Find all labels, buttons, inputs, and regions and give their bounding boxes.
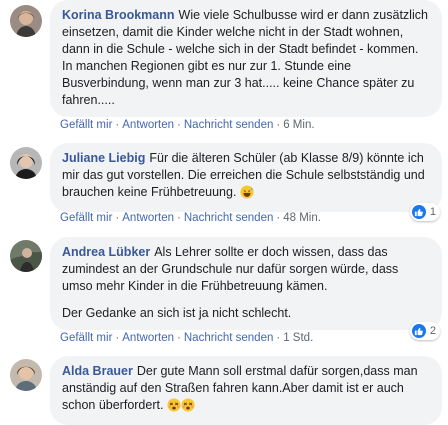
grinning-sweat-emoji-icon bbox=[240, 185, 254, 204]
dizzy-face-emoji-icon bbox=[167, 398, 181, 417]
author-name[interactable]: Andrea Lübker bbox=[62, 245, 150, 259]
dizzy-face-emoji-icon bbox=[181, 398, 195, 417]
reaction-count[interactable]: 1 bbox=[409, 203, 440, 221]
thumbs-up-icon bbox=[411, 205, 426, 219]
author-name[interactable]: Alda Brauer bbox=[62, 364, 133, 378]
comment-bubble: Juliane Liebig Für die älteren Schüler (a… bbox=[50, 143, 442, 212]
separator: · bbox=[177, 119, 181, 131]
separator: · bbox=[276, 332, 281, 344]
separator: · bbox=[177, 212, 181, 224]
timestamp[interactable]: 1 Std. bbox=[283, 332, 313, 344]
like-count: 1 bbox=[429, 206, 436, 218]
reply-link[interactable]: Antworten bbox=[122, 119, 174, 131]
like-link[interactable]: Gefällt mir bbox=[60, 212, 112, 224]
separator: · bbox=[177, 332, 181, 344]
reply-link[interactable]: Antworten bbox=[122, 212, 174, 224]
separator: · bbox=[276, 119, 281, 131]
like-link[interactable]: Gefällt mir bbox=[60, 119, 112, 131]
separator: · bbox=[115, 332, 120, 344]
timestamp[interactable]: 48 Min. bbox=[283, 212, 321, 224]
message-link[interactable]: Nachricht senden bbox=[184, 119, 274, 131]
avatar[interactable] bbox=[10, 240, 42, 272]
author-name[interactable]: Korina Brookmann bbox=[62, 8, 175, 22]
timestamp[interactable]: 6 Min. bbox=[283, 119, 314, 131]
avatar[interactable] bbox=[10, 5, 42, 37]
avatar[interactable] bbox=[10, 147, 42, 179]
comment-bubble: Korina Brookmann Wie viele Schulbusse wir… bbox=[50, 0, 442, 117]
comment-text: Der Gedanke an sich ist ja nicht schlech… bbox=[62, 306, 292, 320]
like-link[interactable]: Gefällt mir bbox=[60, 332, 112, 344]
author-name[interactable]: Juliane Liebig bbox=[62, 151, 145, 165]
comment-actions: Gefällt mir · Antworten · Nachricht senden · 6… bbox=[60, 119, 315, 131]
reaction-count[interactable]: 2 bbox=[409, 322, 440, 340]
comment-actions: Gefällt mir · Antworten · Nachricht senden · 1… bbox=[60, 332, 313, 344]
comment-paragraph: Andrea Lübker Als Lehrer sollte er doch w… bbox=[62, 244, 432, 295]
reply-link[interactable]: Antworten bbox=[122, 332, 174, 344]
separator: · bbox=[115, 119, 120, 131]
thumbs-up-icon bbox=[411, 324, 426, 338]
separator: · bbox=[276, 212, 281, 224]
like-count: 2 bbox=[429, 325, 436, 337]
comment-bubble: Andrea Lübker Als Lehrer sollte er doch w… bbox=[50, 237, 442, 330]
comment-bubble: Alda Brauer Der gute Mann soll erstmal da… bbox=[50, 356, 442, 425]
avatar[interactable] bbox=[10, 359, 42, 391]
comment-text: Wie viele Schulbusse wird er dann zusätz… bbox=[62, 8, 428, 107]
message-link[interactable]: Nachricht senden bbox=[184, 212, 274, 224]
message-link[interactable]: Nachricht senden bbox=[184, 332, 274, 344]
comment-actions: Gefällt mir · Antworten · Nachricht senden · 4… bbox=[60, 212, 321, 224]
separator: · bbox=[115, 212, 120, 224]
